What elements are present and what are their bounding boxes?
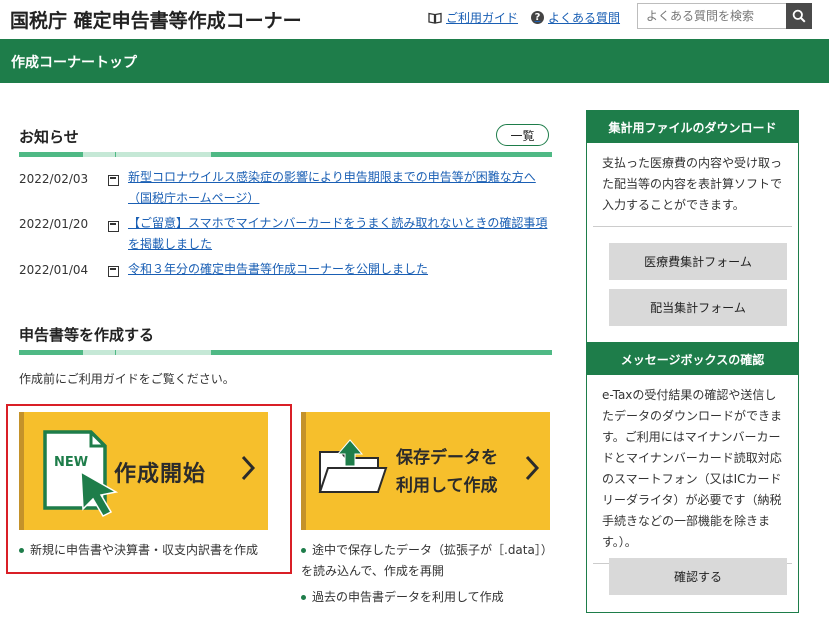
news-date: 2022/02/03 (19, 172, 89, 186)
news-link[interactable]: 【ご留意】スマホでマイナンバーカードをうまく読み取れないときの確認事項を掲載しま… (128, 213, 548, 255)
download-panel: 集計用ファイルのダウンロード 支払った医療費の内容や受け取った配当等の内容を表計… (586, 110, 799, 343)
document-icon (108, 175, 119, 186)
usage-guide-label: ご利用ガイド (446, 11, 519, 25)
message-box-panel: メッセージボックスの確認 e-Taxの受付結果の確認や送信したデータのダウンロー… (586, 342, 799, 613)
saved-description: 過去の申告書データを利用して作成 (301, 587, 563, 608)
news-link[interactable]: 新型コロナウイルス感染症の影響により申告期限までの申告等が困難な方へ（国税庁ホー… (128, 167, 548, 209)
page-title-bar: 作成コーナートップ (0, 39, 829, 83)
news-date: 2022/01/20 (19, 217, 89, 231)
download-panel-text: 支払った医療費の内容や受け取った配当等の内容を表計算ソフトで入力することができま… (602, 156, 783, 212)
use-saved-data-line1: 保存データを (396, 448, 498, 468)
medical-expense-form-button[interactable]: 医療費集計フォーム (609, 243, 787, 280)
search-input[interactable] (638, 4, 810, 28)
start-creation-button[interactable]: NEW 作成開始 (19, 412, 268, 530)
bullet-dot-icon (301, 595, 306, 600)
create-divider (19, 350, 552, 355)
bullet-dot-icon (19, 548, 24, 553)
folder-upload-icon (318, 439, 388, 493)
chevron-right-icon (525, 455, 540, 481)
news-list-button[interactable]: 一覧 (496, 124, 549, 146)
chevron-right-icon (241, 455, 256, 481)
question-icon: ? (531, 11, 544, 24)
dividend-form-button[interactable]: 配当集計フォーム (609, 289, 787, 326)
create-intro: 作成前にご利用ガイドをご覧ください。 (19, 372, 235, 386)
search-button[interactable] (786, 3, 812, 29)
document-icon (108, 266, 119, 277)
saved-description: 途中で保存したデータ（拡張子が［.data］）を読み込んで、作成を再開 (301, 540, 563, 582)
faq-link[interactable]: ? よくある質問 (531, 9, 620, 26)
message-box-title: メッセージボックスの確認 (587, 343, 798, 375)
saved-description-text: 途中で保存したデータ（拡張子が［.data］）を読み込んで、作成を再開 (301, 543, 553, 578)
bullet-dot-icon (301, 548, 306, 553)
use-saved-data-line2: 利用して作成 (396, 476, 498, 496)
site-header: 国税庁 確定申告書等作成コーナー ご利用ガイド ? よくある質問 (0, 0, 840, 38)
message-box-text: e-Taxの受付結果の確認や送信したデータのダウンロードができます。ご利用にはマ… (602, 388, 783, 549)
news-link[interactable]: 令和３年分の確定申告書等作成コーナーを公開しました (128, 259, 548, 280)
use-saved-data-label: 保存データを 利用して作成 (396, 444, 498, 500)
start-creation-label: 作成開始 (114, 462, 207, 487)
search-icon (792, 9, 806, 23)
book-icon (428, 12, 442, 24)
create-heading: 申告書等を作成する (19, 326, 155, 344)
download-panel-title: 集計用ファイルのダウンロード (587, 111, 798, 143)
new-description: 新規に申告書や決算書・収支内訳書を作成 (19, 540, 289, 561)
use-saved-data-button[interactable]: 保存データを 利用して作成 (301, 412, 550, 530)
new-description-text: 新規に申告書や決算書・収支内訳書を作成 (30, 543, 259, 557)
document-icon (108, 221, 119, 232)
news-date: 2022/01/04 (19, 263, 89, 277)
news-divider (19, 152, 552, 157)
faq-label: よくある質問 (548, 11, 621, 25)
new-badge: NEW (54, 455, 88, 470)
site-title: 国税庁 確定申告書等作成コーナー (10, 10, 302, 32)
confirm-button[interactable]: 確認する (609, 558, 787, 595)
saved-description-text: 過去の申告書データを利用して作成 (312, 590, 504, 604)
usage-guide-link[interactable]: ご利用ガイド (428, 9, 518, 26)
divider (593, 226, 792, 227)
new-document-icon: NEW (43, 430, 119, 517)
page-title: 作成コーナートップ (11, 55, 137, 71)
news-heading: お知らせ (19, 128, 79, 146)
search-box (637, 3, 811, 29)
